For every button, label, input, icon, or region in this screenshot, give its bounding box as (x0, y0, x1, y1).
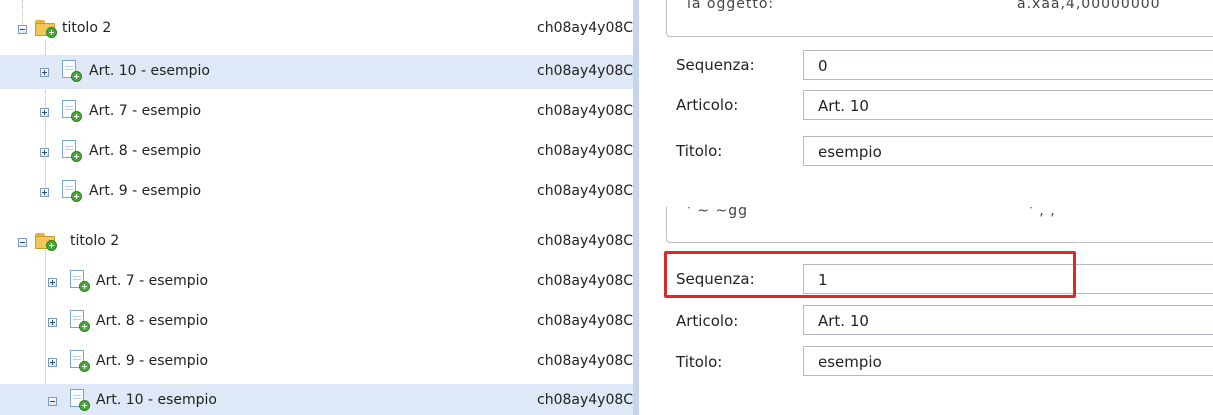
tree-node-art-9[interactable]: Art. 9 - esempio ch08ay4y08C (0, 345, 633, 379)
sequenza-field[interactable]: 0 (803, 50, 1213, 80)
tree-node-id: ch08ay4y08C (537, 233, 633, 249)
panel-splitter[interactable] (633, 207, 639, 415)
tree-node-label: titolo 2 (62, 20, 112, 36)
highlight-box (664, 251, 1076, 298)
document-add-icon (68, 270, 90, 292)
titolo-label: Titolo: (676, 353, 723, 371)
articolo-field[interactable]: Art. 10 (803, 305, 1213, 335)
fieldset-text: ia oggetto: (687, 0, 775, 12)
tree-node-titolo-2[interactable]: titolo 2 ch08ay4y08C (0, 12, 633, 46)
tree-node-id: ch08ay4y08C (537, 183, 633, 199)
folder-add-icon (35, 19, 59, 38)
tree-node-id: ch08ay4y08C (537, 273, 633, 289)
tree-node-id: ch08ay4y08C (537, 20, 633, 36)
fieldset-text: ' ~ ~gg (687, 207, 748, 219)
tree-expand-icon[interactable] (40, 108, 49, 117)
fieldset-frame: ia oggetto: a.xaa,4,00000000 (666, 0, 1213, 37)
tree-node-label: Art. 9 - esempio (96, 353, 209, 369)
tree-node-id: ch08ay4y08C (537, 103, 633, 119)
tree-node-id: ch08ay4y08C (537, 63, 633, 79)
tree-expand-icon[interactable] (40, 148, 49, 157)
tree-expand-icon[interactable] (48, 358, 57, 367)
tree-collapse-icon[interactable] (48, 397, 57, 406)
panel-before: titolo 2 ch08ay4y08C Art. 10 - esempio c… (0, 0, 1213, 207)
tree-collapse-icon[interactable] (18, 238, 27, 247)
sequenza-label: Sequenza: (676, 56, 755, 74)
tree-node-id: ch08ay4y08C (537, 353, 633, 369)
tree-node-label: titolo 2 (70, 233, 120, 249)
tree-node-art-10[interactable]: Art. 10 - esempio ch08ay4y08C (0, 55, 633, 89)
document-add-icon (68, 389, 90, 411)
tree-node-art-7[interactable]: Art. 7 - esempio ch08ay4y08C (0, 95, 633, 129)
fieldset-frame: ' ~ ~gg ' , , (666, 207, 1213, 243)
titolo-field[interactable]: esempio (803, 136, 1213, 166)
panel-after: titolo 2 ch08ay4y08C Art. 7 - esempio ch… (0, 207, 1213, 415)
tree-node-art-7[interactable]: Art. 7 - esempio ch08ay4y08C (0, 265, 633, 299)
document-add-icon (60, 60, 82, 82)
panel-splitter[interactable] (633, 0, 639, 207)
tree-node-label: Art. 7 - esempio (89, 103, 202, 119)
tree-node-label: Art. 8 - esempio (89, 143, 202, 159)
tree-node-id: ch08ay4y08C (537, 392, 633, 408)
tree-expand-icon[interactable] (40, 68, 49, 77)
articolo-label: Articolo: (676, 312, 739, 330)
tree-node-art-10[interactable]: Art. 10 - esempio ch08ay4y08C (0, 384, 633, 415)
tree-node-art-9[interactable]: Art. 9 - esempio ch08ay4y08C (0, 175, 633, 207)
tree-node-label: Art. 10 - esempio (96, 392, 217, 408)
tree-node-label: Art. 9 - esempio (89, 183, 202, 199)
tree-node-label: Art. 10 - esempio (89, 63, 210, 79)
document-add-icon (60, 180, 82, 202)
tree-node-art-8[interactable]: Art. 8 - esempio ch08ay4y08C (0, 135, 633, 169)
articolo-field[interactable]: Art. 10 (803, 90, 1213, 120)
document-add-icon (60, 100, 82, 122)
tree-expand-icon[interactable] (40, 188, 49, 197)
titolo-label: Titolo: (676, 142, 723, 160)
fieldset-text: a.xaa,4,00000000 (1017, 0, 1161, 12)
fieldset-text: ' , , (1029, 207, 1056, 219)
document-add-icon (68, 350, 90, 372)
document-add-icon (68, 310, 90, 332)
folder-add-icon (35, 232, 59, 251)
document-add-icon (60, 140, 82, 162)
tree-collapse-icon[interactable] (18, 25, 27, 34)
tree-node-label: Art. 8 - esempio (96, 313, 209, 329)
tree-node-art-8[interactable]: Art. 8 - esempio ch08ay4y08C (0, 305, 633, 339)
tree-node-id: ch08ay4y08C (537, 313, 633, 329)
tree-node-titolo-2[interactable]: titolo 2 ch08ay4y08C (0, 225, 633, 259)
tree-node-label: Art. 7 - esempio (96, 273, 209, 289)
tree-node-id: ch08ay4y08C (537, 143, 633, 159)
titolo-field[interactable]: esempio (803, 346, 1213, 376)
tree-expand-icon[interactable] (48, 278, 57, 287)
articolo-label: Articolo: (676, 96, 739, 114)
tree-expand-icon[interactable] (48, 318, 57, 327)
